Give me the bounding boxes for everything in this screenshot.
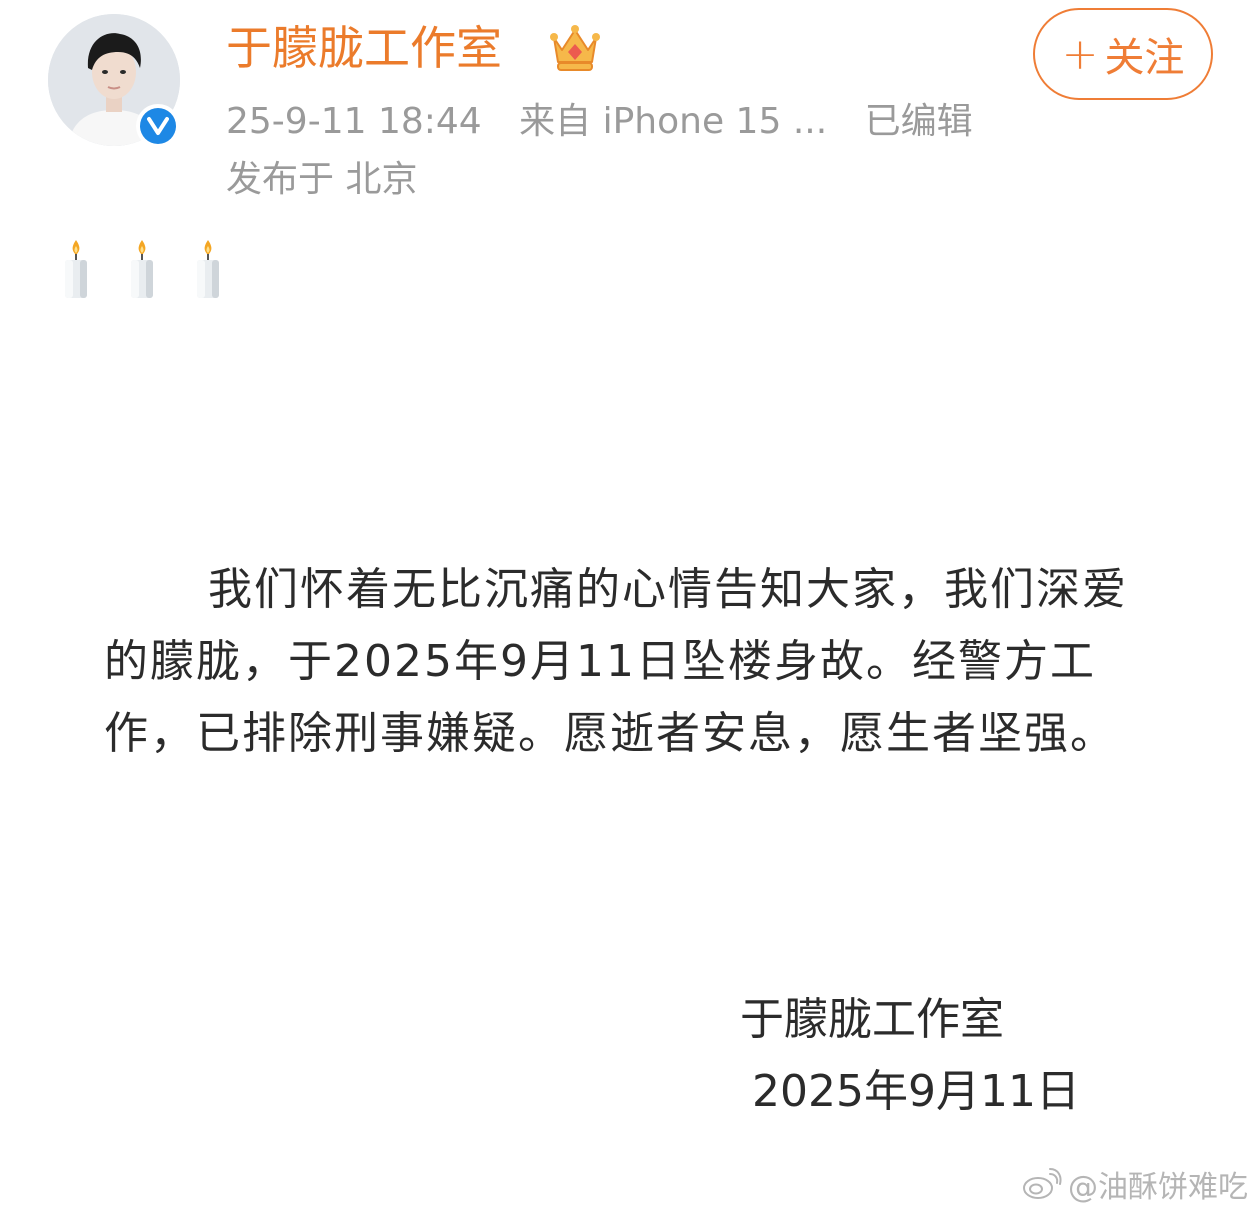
post-source[interactable]: 来自 iPhone 15 ... [519, 101, 827, 142]
follow-label: 关注 [1104, 35, 1185, 81]
verified-icon [136, 104, 180, 148]
edited-label[interactable]: 已编辑 [865, 101, 973, 142]
candle-icon [65, 240, 87, 298]
statement-text: 我们怀着无比沉痛的心情告知大家，我们深爱的朦胧，于2025年9月11日坠楼身故。… [104, 564, 1128, 759]
candle-emoji-row [60, 238, 224, 302]
plus-icon: + [1061, 28, 1099, 80]
post-meta: 25-9-11 18:44 来自 iPhone 15 ... 已编辑 [226, 96, 999, 148]
post-timestamp: 25-9-11 18:44 [226, 101, 482, 142]
candle-icon [131, 240, 153, 298]
post-header: 于朦胧工作室 + 关注 25-9-11 18:44 来自 iPhone 15 .… [0, 0, 1260, 220]
follow-button[interactable]: + 关注 [1033, 8, 1213, 100]
watermark: @油酥饼难吃 [1022, 1162, 1248, 1206]
candle-icon [197, 240, 219, 298]
author-name[interactable]: 于朦胧工作室 [226, 18, 502, 78]
crown-icon[interactable] [548, 22, 602, 74]
signature-name: 于朦胧工作室 [740, 994, 1004, 1045]
post-location: 发布于 北京 [226, 159, 418, 200]
signature-date: 2025年9月11日 [752, 1066, 1080, 1117]
weibo-logo-icon [1023, 1168, 1062, 1199]
watermark-text: @油酥饼难吃 [1068, 1170, 1248, 1205]
